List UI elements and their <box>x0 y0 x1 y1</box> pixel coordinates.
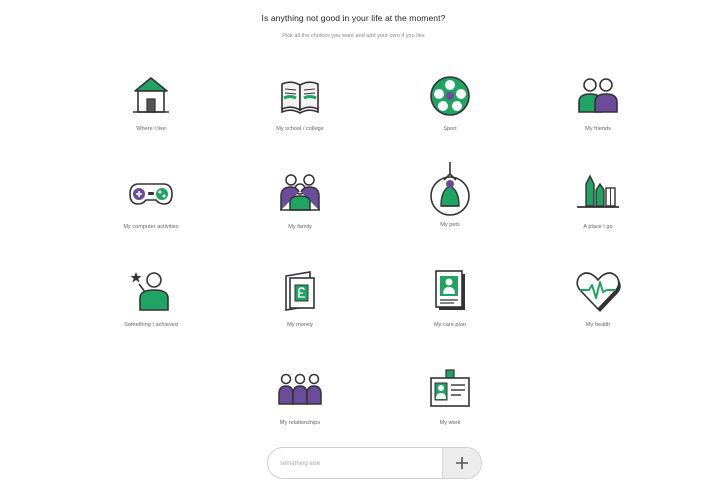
tile-work[interactable]: My work <box>390 366 510 448</box>
tile-sport[interactable]: Sport <box>390 72 510 154</box>
tile-label: My friends <box>585 126 611 132</box>
tile-label: My school / college <box>276 126 324 132</box>
heart-health-icon <box>574 268 622 316</box>
tile-relationships[interactable]: My relationships <box>240 366 360 448</box>
care-plan-icon <box>426 268 474 316</box>
achievement-icon <box>127 268 175 316</box>
something-else-input[interactable] <box>278 448 447 478</box>
tile-label: A place I go <box>583 224 613 230</box>
tile-place-i-go[interactable]: A place I go <box>538 170 658 252</box>
tile-something-achieved[interactable]: Something I achieved <box>91 268 211 350</box>
tile-label: My work <box>439 420 461 426</box>
house-icon <box>127 72 175 120</box>
tile-friends[interactable]: My friends <box>538 72 658 154</box>
tile-label: Where I live <box>136 126 166 132</box>
plus-icon <box>455 456 469 470</box>
gamepad-icon <box>127 170 175 218</box>
tile-computer-activities[interactable]: My computer activities <box>91 170 211 252</box>
tile-where-i-live[interactable]: Where I live <box>91 72 211 154</box>
page-title: Is anything not good in your life at the… <box>261 13 446 23</box>
tile-pets[interactable]: My pets <box>390 160 510 242</box>
tile-health[interactable]: My health <box>538 268 658 350</box>
wallet-icon <box>276 268 324 316</box>
tile-care-plan[interactable]: My care plan <box>390 268 510 350</box>
id-badge-icon <box>426 366 474 414</box>
relationships-icon <box>276 366 324 414</box>
tile-label: My health <box>585 322 611 328</box>
tile-family[interactable]: My family <box>240 170 360 252</box>
friends-icon <box>574 72 622 120</box>
tile-label: My relationships <box>279 420 321 426</box>
tile-money[interactable]: My money <box>240 268 360 350</box>
tile-label: My care plan <box>433 322 467 328</box>
add-own-choice <box>267 447 482 479</box>
tile-label: Something I achieved <box>124 322 178 328</box>
page-subtitle: Pick all the choices you want and add yo… <box>282 33 425 39</box>
tile-label: My pets <box>440 222 460 228</box>
tile-label: My family <box>288 224 312 230</box>
tile-label: My money <box>287 322 313 328</box>
tile-label: Sport <box>443 126 457 132</box>
tile-label: My computer activities <box>123 224 179 230</box>
book-icon <box>276 72 324 120</box>
tile-school-college[interactable]: My school / college <box>240 72 360 154</box>
football-icon <box>426 72 474 120</box>
place-icon <box>574 170 622 218</box>
add-choice-button[interactable] <box>442 448 481 478</box>
pet-icon <box>426 160 474 218</box>
family-icon <box>276 170 324 218</box>
